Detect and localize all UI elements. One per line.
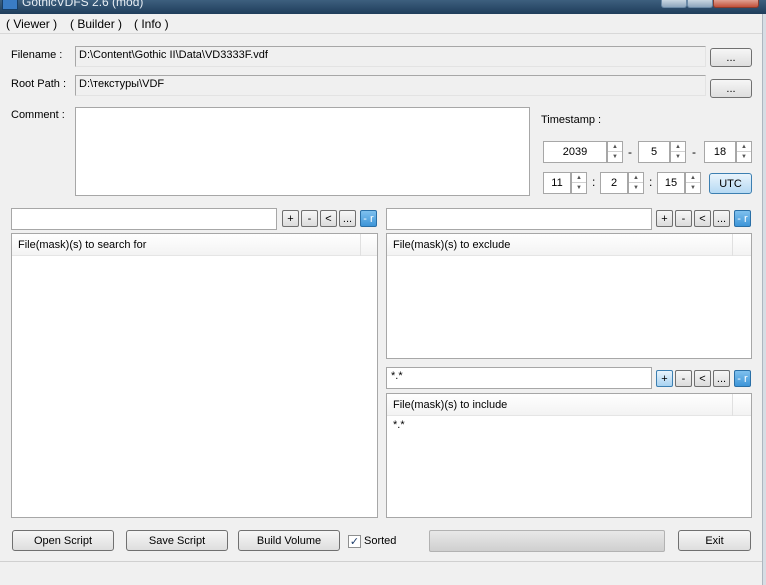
spin-down-icon[interactable]: ▼ xyxy=(629,183,643,193)
minute-spinner[interactable]: ▲ ▼ xyxy=(628,172,644,194)
status-bar xyxy=(0,561,766,585)
title-bar: GothicVDFS 2.6 (mod) xyxy=(0,0,766,14)
include-back-button[interactable]: < xyxy=(694,370,711,387)
spin-up-icon[interactable]: ▲ xyxy=(737,142,751,152)
hour-spinner[interactable]: ▲ ▼ xyxy=(571,172,587,194)
year-field[interactable]: 2039 xyxy=(543,141,607,163)
app-icon xyxy=(2,0,18,10)
filename-field[interactable]: D:\Content\Gothic II\Data\VD3333F.vdf xyxy=(75,46,706,67)
spin-down-icon[interactable]: ▼ xyxy=(608,152,622,162)
second-spinner[interactable]: ▲ ▼ xyxy=(685,172,701,194)
search-column-header[interactable]: File(mask)(s) to search for xyxy=(12,234,361,256)
menu-viewer[interactable]: ( Viewer ) xyxy=(6,17,57,31)
sorted-checkbox[interactable]: ✓ xyxy=(348,535,361,548)
month-field[interactable]: 5 xyxy=(638,141,670,163)
include-remove-button[interactable]: - xyxy=(675,370,692,387)
exit-button[interactable]: Exit xyxy=(678,530,751,551)
window-title: GothicVDFS 2.6 (mod) xyxy=(22,0,144,9)
time-separator: : xyxy=(592,175,596,189)
minimize-button[interactable] xyxy=(661,0,687,8)
include-list[interactable]: File(mask)(s) to include *.* xyxy=(386,393,752,518)
check-icon: ✓ xyxy=(349,536,360,548)
maximize-button[interactable] xyxy=(687,0,713,8)
list-header: File(mask)(s) to search for xyxy=(12,234,377,256)
utc-button[interactable]: UTC xyxy=(709,173,752,194)
date-separator: - xyxy=(692,145,696,159)
month-spinner[interactable]: ▲ ▼ xyxy=(670,141,686,163)
spin-up-icon[interactable]: ▲ xyxy=(572,173,586,183)
exclude-list[interactable]: File(mask)(s) to exclude xyxy=(386,233,752,359)
menu-builder[interactable]: ( Builder ) xyxy=(70,17,122,31)
exclude-add-button[interactable]: + xyxy=(656,210,673,227)
menu-info[interactable]: ( Info ) xyxy=(134,17,169,31)
spin-up-icon[interactable]: ▲ xyxy=(629,173,643,183)
build-progress-bar xyxy=(429,530,665,552)
include-more-button[interactable]: ... xyxy=(713,370,730,387)
menu-bar: ( Viewer ) ( Builder ) ( Info ) xyxy=(0,14,766,34)
spin-down-icon[interactable]: ▼ xyxy=(737,152,751,162)
spin-up-icon[interactable]: ▲ xyxy=(671,142,685,152)
exclude-back-button[interactable]: < xyxy=(694,210,711,227)
window-border xyxy=(762,14,766,585)
filename-label: Filename : xyxy=(11,49,63,61)
search-recursive-button[interactable]: - r xyxy=(360,210,377,227)
exclude-remove-button[interactable]: - xyxy=(675,210,692,227)
date-separator: - xyxy=(628,145,632,159)
comment-textarea[interactable] xyxy=(75,107,530,196)
hour-field[interactable]: 11 xyxy=(543,172,571,194)
include-column-header[interactable]: File(mask)(s) to include xyxy=(387,394,733,416)
sorted-label: Sorted xyxy=(364,535,397,547)
exclude-more-button[interactable]: ... xyxy=(713,210,730,227)
year-spinner[interactable]: ▲ ▼ xyxy=(607,141,623,163)
search-remove-button[interactable]: - xyxy=(301,210,318,227)
minute-field[interactable]: 2 xyxy=(600,172,628,194)
day-spinner[interactable]: ▲ ▼ xyxy=(736,141,752,163)
second-field[interactable]: 15 xyxy=(657,172,685,194)
spin-up-icon[interactable]: ▲ xyxy=(686,173,700,183)
save-script-button[interactable]: Save Script xyxy=(126,530,228,551)
spin-down-icon[interactable]: ▼ xyxy=(686,183,700,193)
search-mask-input[interactable] xyxy=(11,208,277,230)
timestamp-label: Timestamp : xyxy=(541,114,602,126)
search-more-button[interactable]: ... xyxy=(339,210,356,227)
close-window-button[interactable] xyxy=(713,0,759,8)
rootpath-field[interactable]: D:\текстуры\VDF xyxy=(75,75,706,96)
rootpath-label: Root Path : xyxy=(11,78,67,90)
include-mask-input[interactable]: *.* xyxy=(386,367,652,389)
list-header: File(mask)(s) to exclude xyxy=(387,234,751,256)
browse-filename-button[interactable]: ... xyxy=(710,48,752,67)
spin-up-icon[interactable]: ▲ xyxy=(608,142,622,152)
comment-label: Comment : xyxy=(11,109,65,121)
include-recursive-button[interactable]: - r xyxy=(734,370,751,387)
spin-down-icon[interactable]: ▼ xyxy=(671,152,685,162)
open-script-button[interactable]: Open Script xyxy=(12,530,114,551)
time-separator: : xyxy=(649,175,653,189)
exclude-mask-input[interactable] xyxy=(386,208,652,230)
day-field[interactable]: 18 xyxy=(704,141,736,163)
browse-rootpath-button[interactable]: ... xyxy=(710,79,752,98)
list-header: File(mask)(s) to include xyxy=(387,394,751,416)
build-volume-button[interactable]: Build Volume xyxy=(238,530,340,551)
search-list[interactable]: File(mask)(s) to search for xyxy=(11,233,378,518)
search-add-button[interactable]: + xyxy=(282,210,299,227)
exclude-recursive-button[interactable]: - r xyxy=(734,210,751,227)
exclude-column-header[interactable]: File(mask)(s) to exclude xyxy=(387,234,733,256)
spin-down-icon[interactable]: ▼ xyxy=(572,183,586,193)
include-add-button[interactable]: + xyxy=(656,370,673,387)
list-item[interactable]: *.* xyxy=(393,419,405,431)
search-back-button[interactable]: < xyxy=(320,210,337,227)
